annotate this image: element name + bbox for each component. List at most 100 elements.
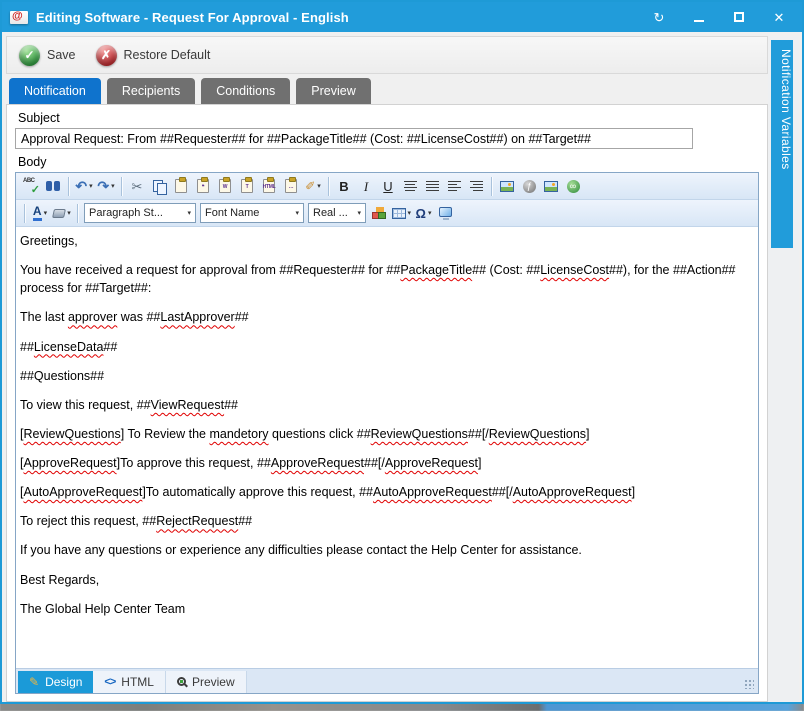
editor-mode-bar: ✎ Design <> HTML Preview — [16, 668, 758, 693]
separator — [491, 177, 492, 196]
code-icon: <> — [104, 676, 115, 688]
paint-bucket-icon — [52, 209, 66, 218]
maximize-button[interactable] — [732, 10, 746, 24]
omega-icon: Ω — [416, 207, 426, 220]
editor-toolbar-row1: ABC ✓ ↶ ↷ ✂ ❝ — [16, 173, 758, 200]
table-icon — [392, 208, 406, 219]
insert-table-button[interactable] — [391, 203, 413, 224]
hyperlink-icon: ∞ — [567, 180, 580, 193]
screen: Editing Software - Request For Approval … — [0, 0, 804, 711]
tab-preview[interactable]: Preview — [296, 78, 370, 104]
window-body: ✓ Save ✗ Restore Default Notification Re… — [2, 32, 802, 702]
redo-button[interactable]: ↷ — [96, 176, 117, 197]
font-name-value: Font Name — [205, 207, 259, 219]
title-bar[interactable]: Editing Software - Request For Approval … — [2, 2, 802, 32]
separator — [68, 177, 69, 196]
restore-default-label: Restore Default — [124, 48, 211, 62]
mode-tab-design[interactable]: ✎ Design — [18, 671, 93, 693]
insert-image-button[interactable] — [497, 176, 518, 197]
desktop-strip — [0, 703, 804, 711]
align-center-icon — [404, 181, 417, 192]
format-painter-button[interactable]: ✐ — [303, 176, 324, 197]
align-justify-button[interactable] — [422, 176, 443, 197]
mode-tab-html[interactable]: <> HTML — [93, 671, 166, 693]
separator — [121, 177, 122, 196]
paste-word-clean-button[interactable]: W — [215, 176, 236, 197]
monitor-icon — [439, 207, 452, 217]
mode-tab-preview[interactable]: Preview — [166, 671, 247, 693]
window-title: Editing Software - Request For Approval … — [36, 10, 652, 25]
notification-variables-tab[interactable]: Notification Variables — [771, 40, 793, 248]
italic-icon: I — [364, 180, 368, 193]
flash-icon: ƒ — [523, 180, 536, 193]
restore-default-button[interactable]: ✗ Restore Default — [96, 45, 211, 66]
separator — [77, 204, 78, 223]
paste-options-button[interactable]: … — [281, 176, 302, 197]
copy-button[interactable] — [149, 176, 170, 197]
align-center-button[interactable] — [400, 176, 421, 197]
right-rail: Notification Variables — [768, 36, 799, 702]
command-bar: ✓ Save ✗ Restore Default — [6, 36, 768, 74]
rich-text-editor: ABC ✓ ↶ ↷ ✂ ❝ — [15, 172, 759, 694]
bold-button[interactable]: B — [334, 176, 355, 197]
paste-word-clean-icon: W — [219, 179, 231, 193]
separator — [328, 177, 329, 196]
paste-options-icon: … — [285, 179, 297, 193]
chevron-down-icon: ▾ — [187, 209, 191, 217]
redo-icon: ↷ — [97, 179, 109, 193]
save-check-icon: ✓ — [19, 45, 40, 66]
notification-panel: Subject Body ABC ✓ — [6, 104, 768, 702]
editor-canvas[interactable]: Greetings,You have received a request fo… — [16, 227, 758, 668]
minimize-button[interactable] — [692, 10, 706, 24]
font-size-value: Real ... — [313, 207, 348, 219]
tab-conditions[interactable]: Conditions — [201, 78, 290, 104]
align-right-button[interactable] — [466, 176, 487, 197]
undo-button[interactable]: ↶ — [74, 176, 95, 197]
mode-tab-design-label: Design — [45, 675, 82, 689]
italic-button[interactable]: I — [356, 176, 377, 197]
paste-button[interactable] — [171, 176, 192, 197]
separator — [24, 204, 25, 223]
font-color-button[interactable]: A — [30, 203, 51, 224]
magnifier-icon — [177, 677, 186, 686]
align-left-button[interactable] — [444, 176, 465, 197]
tab-notification[interactable]: Notification — [9, 78, 101, 104]
subject-label: Subject — [18, 111, 759, 125]
refresh-icon[interactable]: ↻ — [652, 10, 666, 24]
spellcheck-button[interactable]: ABC ✓ — [21, 176, 42, 197]
image-icon — [500, 181, 514, 192]
minimize-icon — [694, 20, 704, 22]
close-button[interactable]: ✕ — [772, 10, 786, 24]
find-button[interactable] — [43, 176, 64, 197]
paste-from-word-button[interactable]: ❝ — [193, 176, 214, 197]
align-right-icon — [470, 181, 483, 192]
insert-module-button[interactable] — [369, 203, 390, 224]
font-name-select[interactable]: Font Name ▾ — [200, 203, 304, 223]
align-left-icon — [448, 181, 461, 192]
maximize-icon — [734, 12, 744, 22]
chevron-down-icon: ▾ — [357, 209, 361, 217]
tab-recipients[interactable]: Recipients — [107, 78, 195, 104]
highlight-color-button[interactable] — [52, 203, 73, 224]
special-character-button[interactable]: Ω — [413, 203, 434, 224]
image-manager-button[interactable] — [541, 176, 562, 197]
underline-button[interactable]: U — [378, 176, 399, 197]
cut-icon: ✂ — [132, 180, 143, 193]
font-size-select[interactable]: Real ... ▾ — [308, 203, 366, 223]
fullscreen-button[interactable] — [435, 203, 456, 224]
hyperlink-button[interactable]: ∞ — [563, 176, 584, 197]
paste-plain-text-icon: T — [241, 179, 253, 193]
window-controls: ↻ ✕ — [652, 10, 786, 24]
paragraph-style-select[interactable]: Paragraph St... ▾ — [84, 203, 196, 223]
restore-x-icon: ✗ — [96, 45, 117, 66]
paste-as-html-button[interactable]: HTML — [259, 176, 280, 197]
module-blocks-icon — [372, 208, 386, 219]
subject-input[interactable] — [15, 128, 693, 149]
resize-grip[interactable] — [744, 679, 754, 689]
bold-icon: B — [339, 180, 348, 193]
cut-button[interactable]: ✂ — [127, 176, 148, 197]
font-color-icon: A — [33, 205, 42, 221]
save-button[interactable]: ✓ Save — [19, 45, 76, 66]
paste-plain-text-button[interactable]: T — [237, 176, 258, 197]
insert-media-button[interactable]: ƒ — [519, 176, 540, 197]
